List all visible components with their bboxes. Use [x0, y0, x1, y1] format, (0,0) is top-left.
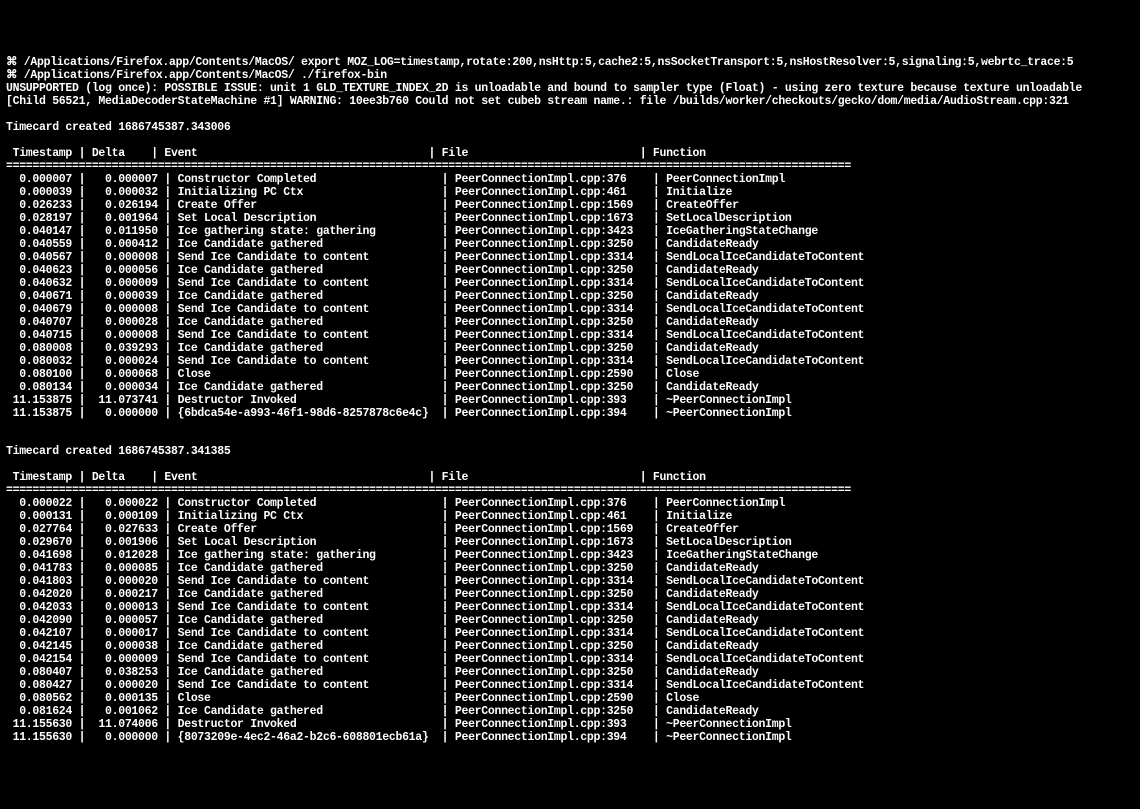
- terminal-line: 0.040559 | 0.000412 | Ice Candidate gath…: [6, 238, 1134, 251]
- terminal-line: 11.153875 | 11.073741 | Destructor Invok…: [6, 394, 1134, 407]
- terminal-line: 0.041803 | 0.000020 | Send Ice Candidate…: [6, 575, 1134, 588]
- terminal-line: 0.029670 | 0.001906 | Set Local Descript…: [6, 536, 1134, 549]
- terminal-line: 0.000007 | 0.000007 | Constructor Comple…: [6, 173, 1134, 186]
- terminal-line: 0.080100 | 0.000068 | Close | PeerConnec…: [6, 368, 1134, 381]
- terminal-line: 0.041698 | 0.012028 | Ice gathering stat…: [6, 549, 1134, 562]
- terminal-line: UNSUPPORTED (log once): POSSIBLE ISSUE: …: [6, 82, 1134, 95]
- terminal-line: 0.042145 | 0.000038 | Ice Candidate gath…: [6, 640, 1134, 653]
- terminal-line: 0.041783 | 0.000085 | Ice Candidate gath…: [6, 562, 1134, 575]
- terminal-line: 0.000131 | 0.000109 | Initializing PC Ct…: [6, 510, 1134, 523]
- terminal-line: 0.042107 | 0.000017 | Send Ice Candidate…: [6, 627, 1134, 640]
- terminal-line: 0.000039 | 0.000032 | Initializing PC Ct…: [6, 186, 1134, 199]
- terminal-line: 0.080134 | 0.000034 | Ice Candidate gath…: [6, 381, 1134, 394]
- terminal-line: ⌘ /Applications/Firefox.app/Contents/Mac…: [6, 56, 1134, 69]
- terminal-line: 0.042154 | 0.000009 | Send Ice Candidate…: [6, 653, 1134, 666]
- terminal-line: 0.040715 | 0.000008 | Send Ice Candidate…: [6, 329, 1134, 342]
- terminal-line: 0.040147 | 0.011950 | Ice gathering stat…: [6, 225, 1134, 238]
- terminal-line: 0.040623 | 0.000056 | Ice Candidate gath…: [6, 264, 1134, 277]
- terminal-line: 0.040671 | 0.000039 | Ice Candidate gath…: [6, 290, 1134, 303]
- terminal-line: Timecard created 1686745387.341385: [6, 445, 1134, 458]
- terminal-line: 0.000022 | 0.000022 | Constructor Comple…: [6, 497, 1134, 510]
- terminal-line: 0.042090 | 0.000057 | Ice Candidate gath…: [6, 614, 1134, 627]
- terminal-line: 0.040567 | 0.000008 | Send Ice Candidate…: [6, 251, 1134, 264]
- terminal-line: 0.040679 | 0.000008 | Send Ice Candidate…: [6, 303, 1134, 316]
- terminal-line: Timestamp | Delta | Event | File | Funct…: [6, 471, 1134, 484]
- terminal-line: 0.042020 | 0.000217 | Ice Candidate gath…: [6, 588, 1134, 601]
- terminal-line: 0.080562 | 0.000135 | Close | PeerConnec…: [6, 692, 1134, 705]
- terminal-line: 11.153875 | 0.000000 | {6bdca54e-a993-46…: [6, 407, 1134, 420]
- terminal-line: 0.026233 | 0.026194 | Create Offer | Pee…: [6, 199, 1134, 212]
- terminal-line: Timecard created 1686745387.343006: [6, 121, 1134, 134]
- terminal-line: ⌘ /Applications/Firefox.app/Contents/Mac…: [6, 69, 1134, 82]
- terminal-line: ========================================…: [6, 484, 1134, 497]
- terminal-line: 0.081624 | 0.001062 | Ice Candidate gath…: [6, 705, 1134, 718]
- terminal-line: 0.080407 | 0.038253 | Ice Candidate gath…: [6, 666, 1134, 679]
- terminal-line: [Child 56521, MediaDecoderStateMachine #…: [6, 95, 1134, 108]
- terminal-line: 0.027764 | 0.027633 | Create Offer | Pee…: [6, 523, 1134, 536]
- terminal-output: ⌘ /Applications/Firefox.app/Contents/Mac…: [6, 56, 1134, 744]
- terminal-line: 0.080008 | 0.039293 | Ice Candidate gath…: [6, 342, 1134, 355]
- terminal-line: 0.040632 | 0.000009 | Send Ice Candidate…: [6, 277, 1134, 290]
- terminal-line: 0.080427 | 0.000020 | Send Ice Candidate…: [6, 679, 1134, 692]
- terminal-line: 11.155630 | 11.074006 | Destructor Invok…: [6, 718, 1134, 731]
- terminal-line: 0.028197 | 0.001964 | Set Local Descript…: [6, 212, 1134, 225]
- terminal-line: 0.040707 | 0.000028 | Ice Candidate gath…: [6, 316, 1134, 329]
- terminal-line: Timestamp | Delta | Event | File | Funct…: [6, 147, 1134, 160]
- terminal-line: 0.080032 | 0.000024 | Send Ice Candidate…: [6, 355, 1134, 368]
- terminal-line: ========================================…: [6, 160, 1134, 173]
- terminal-line: 11.155630 | 0.000000 | {8073209e-4ec2-46…: [6, 731, 1134, 744]
- terminal-line: 0.042033 | 0.000013 | Send Ice Candidate…: [6, 601, 1134, 614]
